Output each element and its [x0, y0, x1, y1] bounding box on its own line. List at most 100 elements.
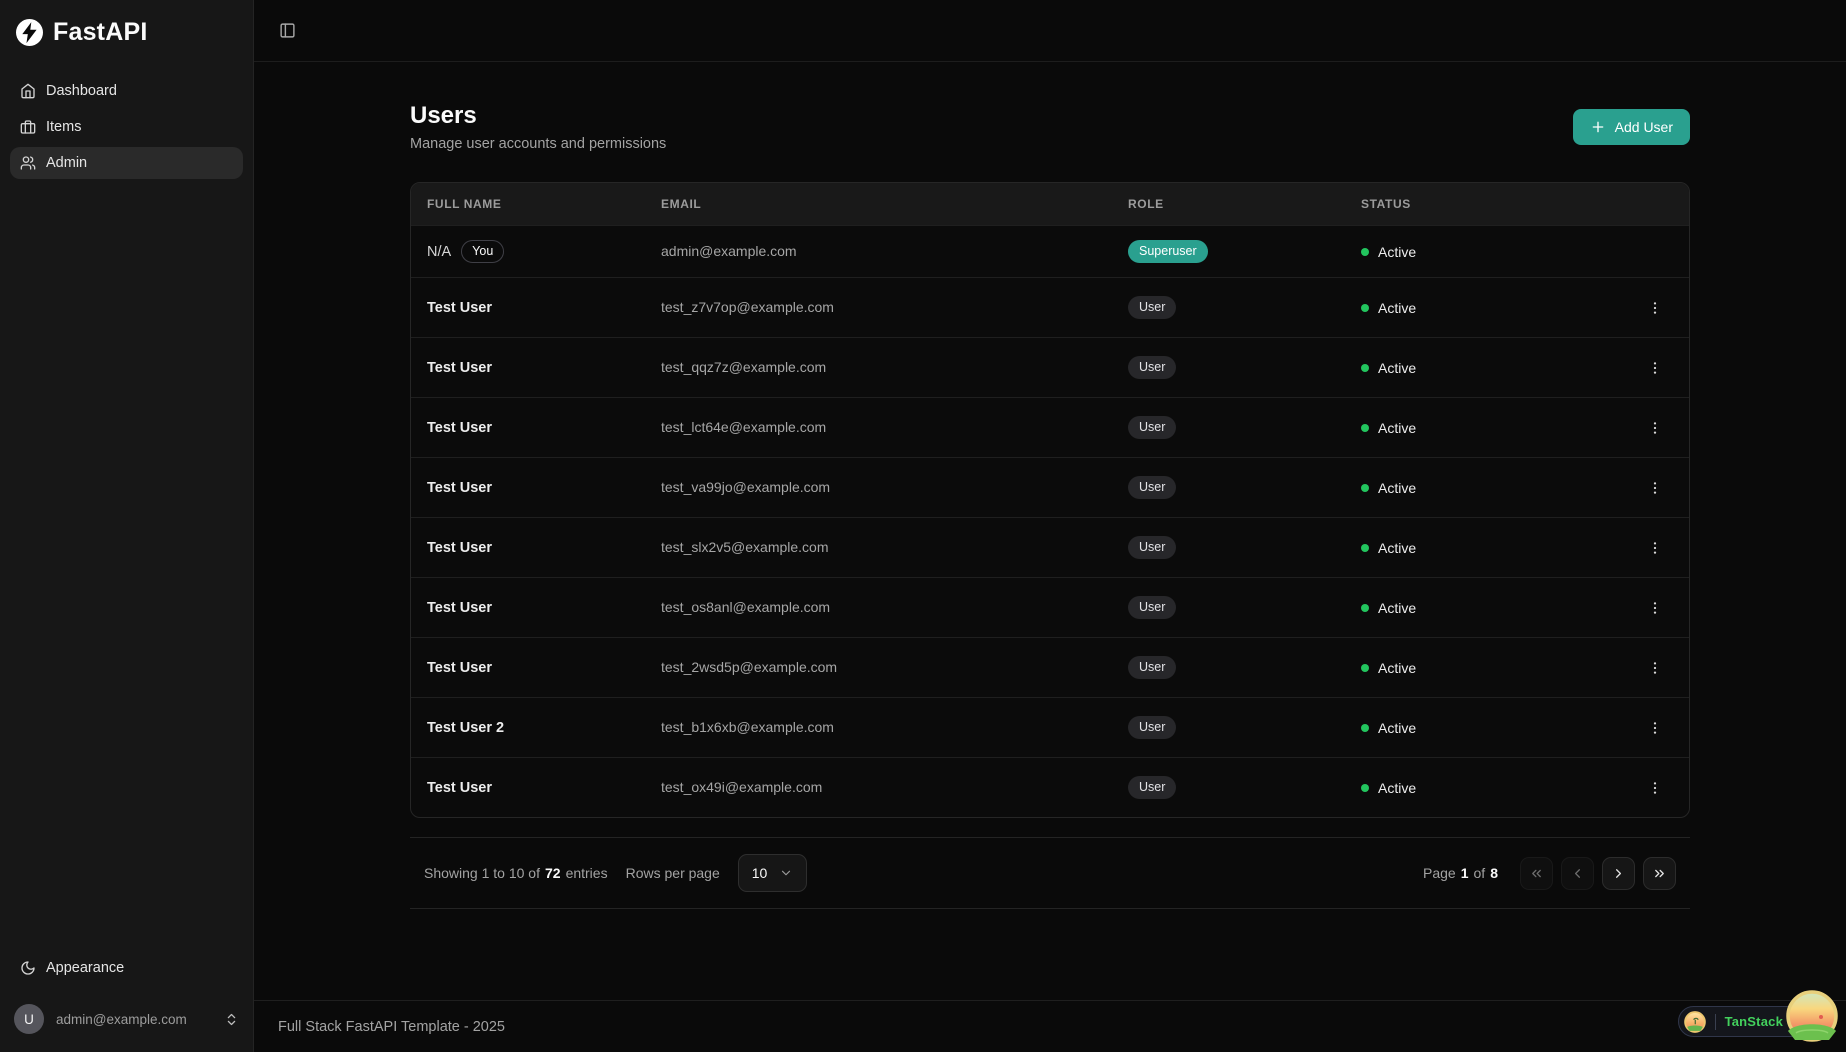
status-cell: Active [1361, 660, 1611, 676]
user-email-cell: test_ox49i@example.com [661, 778, 823, 795]
status-dot [1361, 723, 1369, 732]
role-badge: User [1128, 476, 1177, 499]
avatar: U [14, 1004, 44, 1034]
status-dot [1361, 303, 1369, 312]
ellipsis-vertical-icon [1647, 780, 1663, 796]
table-row: Test User 2 test_b1x6xb@example.com User… [411, 697, 1689, 757]
sidebar-item-admin[interactable]: Admin [10, 147, 243, 179]
table-row: Test User test_ox49i@example.com User Ac… [411, 757, 1689, 817]
user-name: Test User [427, 419, 493, 436]
status-dot [1361, 247, 1369, 256]
appearance-label: Appearance [46, 960, 125, 976]
status-cell: Active [1361, 420, 1611, 436]
table-row: Test User test_os8anl@example.com User A… [411, 577, 1689, 637]
ellipsis-vertical-icon [1647, 480, 1663, 496]
column-header-email: Email [661, 197, 702, 211]
user-email: admin@example.com [56, 1011, 187, 1027]
house-icon [20, 83, 36, 99]
page-title: Users [410, 102, 477, 129]
chevrons-left-icon [1529, 866, 1544, 881]
rows-per-page-select[interactable]: 10 [737, 854, 808, 892]
ellipsis-vertical-icon [1647, 720, 1663, 736]
row-actions-button[interactable] [1641, 294, 1669, 322]
table-row: N/A You admin@example.com Superuser Acti… [411, 225, 1689, 277]
user-name: Test User [427, 479, 493, 496]
app-logo[interactable]: FastAPI [10, 16, 243, 47]
role-badge: User [1128, 716, 1177, 739]
user-menu[interactable]: U admin@example.com [10, 998, 243, 1040]
add-user-button[interactable]: Add User [1572, 109, 1690, 145]
next-page-button[interactable] [1602, 856, 1635, 890]
moon-icon [20, 960, 36, 976]
row-actions-button[interactable] [1641, 714, 1669, 742]
row-actions-button[interactable] [1641, 774, 1669, 802]
previous-page-button[interactable] [1561, 856, 1594, 890]
footer-text: Full Stack FastAPI Template - 2025 [278, 1018, 506, 1035]
status-dot [1361, 423, 1369, 432]
table-header-row: Full Name Email Role Status [411, 183, 1689, 225]
status-cell: Active [1361, 600, 1611, 616]
ellipsis-vertical-icon [1647, 600, 1663, 616]
sidebar-item-dashboard[interactable]: Dashboard [10, 75, 243, 107]
table-row: Test User test_slx2v5@example.com User A… [411, 517, 1689, 577]
role-badge: User [1128, 416, 1177, 439]
role-badge: User [1128, 296, 1177, 319]
user-email-cell: test_os8anl@example.com [661, 598, 831, 615]
status-cell: Active [1361, 244, 1611, 260]
table-row: Test User test_2wsd5p@example.com User A… [411, 637, 1689, 697]
column-header-full-name: Full Name [427, 197, 502, 211]
chevron-down-icon [779, 866, 793, 880]
sidebar-toggle-button[interactable] [272, 16, 302, 46]
status-dot [1361, 603, 1369, 612]
sidebar-item-label: Admin [46, 155, 88, 171]
row-actions-button[interactable] [1641, 474, 1669, 502]
sidebar-nav: Dashboard Items Admin [10, 75, 243, 952]
status-cell: Active [1361, 300, 1611, 316]
app-title: FastAPI [53, 18, 148, 46]
status-dot [1361, 783, 1369, 792]
ellipsis-vertical-icon [1647, 660, 1663, 676]
first-page-button[interactable] [1520, 856, 1553, 890]
chevron-right-icon [1611, 866, 1626, 881]
role-badge: Superuser [1128, 240, 1208, 263]
table-row: Test User test_qqz7z@example.com User Ac… [411, 337, 1689, 397]
tanstack-big-logo-icon[interactable] [1786, 990, 1838, 1042]
page-content: Users Manage user accounts and permissio… [254, 62, 1846, 1000]
user-email-cell: test_b1x6xb@example.com [661, 718, 834, 735]
showing-entries-text: Showing 1 to 10 of 72 entries [424, 865, 608, 881]
status-dot [1361, 363, 1369, 372]
chevron-left-icon [1570, 866, 1585, 881]
last-page-button[interactable] [1643, 856, 1676, 890]
sidebar: FastAPI Dashboard Items Admin Appearance… [0, 0, 254, 1052]
status-cell: Active [1361, 540, 1611, 556]
status-dot [1361, 483, 1369, 492]
table-row: Test User test_lct64e@example.com User A… [411, 397, 1689, 457]
user-email-cell: admin@example.com [661, 242, 797, 259]
row-actions-button[interactable] [1641, 534, 1669, 562]
users-table: Full Name Email Role Status N/A You admi… [410, 182, 1690, 818]
briefcase-icon [20, 119, 36, 135]
sidebar-item-items[interactable]: Items [10, 111, 243, 143]
user-email-cell: test_2wsd5p@example.com [661, 658, 838, 675]
row-actions-button[interactable] [1641, 594, 1669, 622]
app-footer: Full Stack FastAPI Template - 2025 [254, 1000, 1846, 1052]
user-email-cell: test_lct64e@example.com [661, 418, 827, 435]
table-row: Test User test_va99jo@example.com User A… [411, 457, 1689, 517]
user-name: Test User [427, 539, 493, 556]
row-actions-button[interactable] [1641, 414, 1669, 442]
user-name: N/A [427, 243, 452, 260]
users-icon [20, 155, 36, 171]
panel-left-icon [279, 22, 296, 39]
page-subtitle: Manage user accounts and permissions [410, 136, 667, 152]
tanstack-small-logo-icon [1683, 1010, 1706, 1033]
tanstack-devtools-badge[interactable]: TanStack [1677, 988, 1838, 1044]
chevrons-right-icon [1652, 866, 1667, 881]
ellipsis-vertical-icon [1647, 420, 1663, 436]
status-dot [1361, 543, 1369, 552]
user-name: Test User [427, 779, 493, 796]
user-email-cell: test_slx2v5@example.com [661, 538, 829, 555]
role-badge: User [1128, 776, 1177, 799]
row-actions-button[interactable] [1641, 354, 1669, 382]
appearance-toggle[interactable]: Appearance [10, 952, 243, 984]
row-actions-button[interactable] [1641, 654, 1669, 682]
